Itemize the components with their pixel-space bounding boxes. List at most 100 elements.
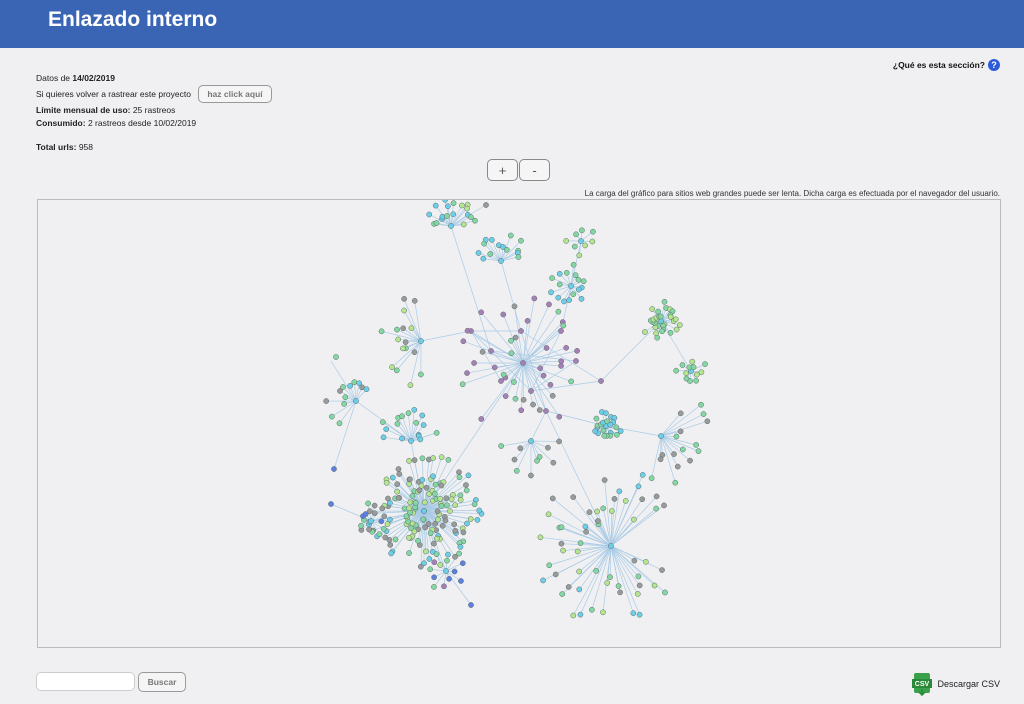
graph-node[interactable] [594,508,601,515]
graph-node[interactable] [407,382,414,388]
graph-node[interactable] [511,379,517,385]
graph-node[interactable] [546,301,552,308]
graph-node[interactable] [408,325,415,331]
graph-node[interactable] [578,238,584,244]
link-graph[interactable] [38,200,1000,647]
graph-node[interactable] [576,586,583,593]
graph-node[interactable] [399,413,405,419]
graph-node[interactable] [464,520,470,527]
graph-node[interactable] [431,559,438,566]
graph-node[interactable] [380,434,387,441]
graph-nodes[interactable] [323,200,711,619]
graph-node[interactable] [568,283,574,289]
graph-node[interactable] [600,609,606,616]
graph-node[interactable] [561,298,567,305]
graph-node[interactable] [438,454,445,461]
graph-node[interactable] [578,296,585,302]
graph-node[interactable] [394,326,400,333]
graph-node[interactable] [673,326,680,333]
graph-node[interactable] [380,525,387,532]
graph-node[interactable] [537,534,544,541]
graph-node[interactable] [336,420,343,427]
graph-node[interactable] [689,358,696,365]
graph-node[interactable] [517,445,524,452]
graph-node[interactable] [419,412,426,419]
graph-node[interactable] [331,466,337,472]
graph-node[interactable] [456,474,463,481]
graph-node[interactable] [704,418,711,425]
graph-node[interactable] [432,202,439,209]
graph-node[interactable] [445,456,452,463]
graph-node[interactable] [563,344,569,351]
graph-node[interactable] [468,602,474,608]
graph-node[interactable] [480,255,487,262]
graph-node[interactable] [639,496,646,503]
graph-node[interactable] [679,446,686,453]
graph-node[interactable] [614,431,620,438]
graph-node[interactable] [385,495,391,502]
graph-node[interactable] [452,502,459,509]
graph-node[interactable] [574,348,580,354]
graph-node[interactable] [421,499,428,506]
graph-node[interactable] [443,495,450,502]
graph-node[interactable] [460,529,467,536]
graph-node[interactable] [631,557,638,564]
graph-node[interactable] [657,313,664,320]
graph-node[interactable] [401,307,407,314]
graph-node[interactable] [549,392,556,399]
graph-node[interactable] [653,493,660,500]
graph-node[interactable] [677,410,684,417]
graph-node[interactable] [636,582,643,589]
graph-node[interactable] [362,511,369,517]
graph-node[interactable] [555,294,562,301]
graph-node[interactable] [442,517,449,524]
graph-node[interactable] [411,457,418,463]
graph-node[interactable] [589,238,596,245]
graph-node[interactable] [456,550,462,557]
graph-node[interactable] [402,339,409,345]
graph-node[interactable] [459,381,466,388]
graph-node[interactable] [600,505,607,512]
graph-node[interactable] [511,456,518,463]
graph-node[interactable] [406,457,412,464]
graph-node[interactable] [507,232,514,239]
graph-node[interactable] [333,354,339,360]
graph-node[interactable] [511,303,518,310]
graph-node[interactable] [434,535,440,542]
graph-node[interactable] [383,426,390,433]
graph-node[interactable] [482,236,489,243]
csv-file-icon[interactable]: CSV [911,672,933,696]
graph-node[interactable] [679,362,686,368]
download-csv-link[interactable]: CSV Descargar CSV [911,672,1000,696]
graph-node[interactable] [417,436,424,443]
graph-node[interactable] [376,531,383,538]
graph-node[interactable] [649,306,656,312]
graph-node[interactable] [340,384,346,390]
graph-node[interactable] [601,432,608,439]
graph-node[interactable] [570,612,577,619]
graph-node[interactable] [394,488,400,495]
graph-node[interactable] [671,451,677,457]
graph-node[interactable] [479,349,486,355]
graph-node[interactable] [383,479,390,486]
graph-node[interactable] [616,488,623,495]
graph-node[interactable] [463,482,469,488]
graph-node[interactable] [439,522,446,529]
graph-node[interactable] [528,438,534,444]
graph-node[interactable] [546,562,553,569]
graph-node[interactable] [655,308,662,315]
graph-node[interactable] [576,568,582,575]
graph-node[interactable] [536,407,543,413]
graph-node[interactable] [437,562,444,568]
graph-node[interactable] [589,606,595,613]
graph-node[interactable] [474,517,481,523]
graph-node[interactable] [478,416,485,422]
graph-node[interactable] [411,349,418,356]
graph-node[interactable] [518,407,525,414]
graph-node[interactable] [518,237,524,244]
graph-node[interactable] [452,527,459,534]
graph-node[interactable] [593,415,600,422]
graph-node[interactable] [447,508,453,514]
graph-node[interactable] [407,476,413,483]
graph-node[interactable] [528,388,534,394]
